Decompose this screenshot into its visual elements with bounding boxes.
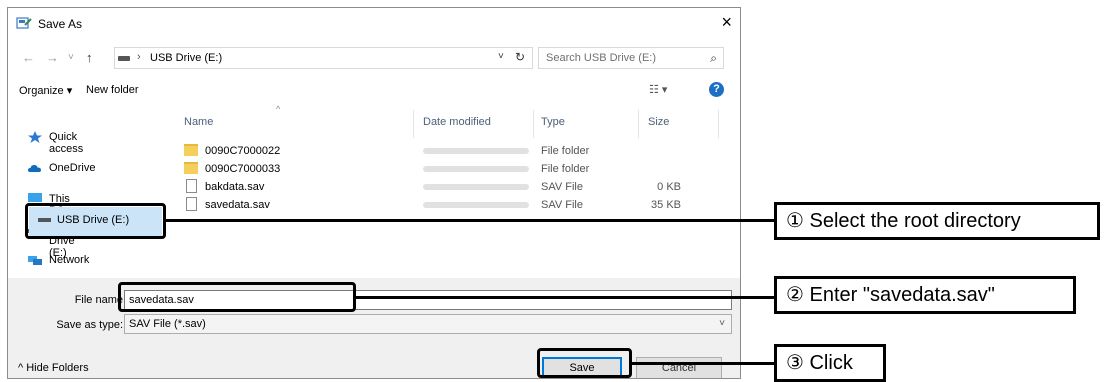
command-bar: Organize ▾ New folder ☷ ▾ ? [8, 78, 740, 102]
list-item[interactable]: 0090C7000033 File folder [173, 160, 740, 178]
search-input[interactable]: Search USB Drive (E:) ⌕ [538, 47, 724, 69]
back-icon[interactable]: ← [22, 50, 35, 65]
search-placeholder: Search USB Drive (E:) [546, 52, 657, 64]
address-field[interactable]: › USB Drive (E:) ˅ ↻ [114, 47, 533, 69]
chevron-down-icon[interactable]: ˅ [498, 51, 504, 62]
highlight-file-name [118, 282, 356, 312]
column-header-date[interactable]: Date modified [423, 116, 491, 128]
list-item[interactable]: bakdata.sav SAV File 0 KB [173, 178, 740, 196]
sort-ascending-icon: ^ [276, 104, 281, 114]
nav-item-label: Network [49, 254, 90, 266]
file-type: SAV File [541, 199, 583, 211]
new-folder-button[interactable]: New folder [86, 84, 139, 96]
help-icon[interactable]: ? [709, 82, 724, 97]
recent-locations-icon[interactable]: ˅ [68, 52, 74, 63]
callout-step-3: ③ Click [774, 344, 886, 382]
view-options-icon[interactable]: ☷ ▾ [649, 83, 667, 96]
drive-icon [118, 56, 130, 61]
close-icon[interactable]: × [721, 12, 732, 32]
file-name: 0090C7000033 [205, 163, 281, 175]
list-item[interactable]: savedata.sav SAV File 35 KB [173, 196, 740, 214]
chevron-down-icon[interactable]: ˅ [719, 318, 725, 329]
folder-icon [184, 144, 198, 156]
save-as-dialog: Save As × ← → ˅ ↑ › USB Drive (E:) ˅ ↻ S… [7, 7, 741, 379]
callout-step-1: ① Select the root directory [774, 202, 1100, 240]
redacted-date [423, 184, 529, 190]
nav-item-label: OneDrive [49, 162, 96, 174]
address-bar: ← → ˅ ↑ › USB Drive (E:) ˅ ↻ Search USB … [8, 46, 740, 72]
callout-connector [632, 362, 774, 365]
column-header-name[interactable]: Name [184, 116, 213, 128]
file-size: 35 KB [651, 199, 681, 211]
save-as-type-select[interactable]: SAV File (*.sav) ˅ [124, 314, 732, 334]
file-list: ^ Name Date modified Type Size 0090C7000… [173, 104, 740, 294]
file-icon [186, 179, 197, 193]
cloud-icon [28, 165, 41, 172]
file-icon [186, 197, 197, 211]
file-name: bakdata.sav [205, 181, 265, 193]
file-size: 0 KB [657, 181, 681, 193]
file-name: savedata.sav [205, 199, 270, 211]
file-type: SAV File [541, 181, 583, 193]
callout-connector [356, 296, 774, 299]
cancel-button[interactable]: Cancel [636, 357, 722, 378]
list-item[interactable]: 0090C7000022 File folder [173, 142, 740, 160]
search-icon[interactable]: ⌕ [710, 51, 717, 66]
redacted-date [423, 202, 529, 208]
breadcrumb-location[interactable]: USB Drive (E:) [150, 52, 222, 64]
folder-icon [184, 162, 198, 174]
star-icon [28, 131, 42, 143]
title-bar: Save As × [8, 8, 740, 38]
column-divider[interactable] [718, 110, 719, 138]
forward-icon[interactable]: → [46, 50, 59, 65]
column-divider[interactable] [413, 110, 414, 138]
nav-item-label: Quick access [49, 131, 84, 155]
up-icon[interactable]: ↑ [86, 50, 93, 65]
window-title: Save As [38, 17, 83, 31]
refresh-icon[interactable]: ↻ [515, 50, 525, 64]
file-type: File folder [541, 163, 590, 175]
organize-button[interactable]: Organize ▾ [19, 84, 72, 97]
file-type: File folder [541, 145, 590, 157]
column-divider[interactable] [533, 110, 534, 138]
navigation-pane: Quick access OneDrive This PC USB Drive … [8, 104, 166, 294]
save-as-type-value: SAV File (*.sav) [129, 318, 206, 330]
file-name: 0090C7000022 [205, 145, 281, 157]
network-icon [28, 256, 42, 265]
callout-connector [166, 219, 774, 222]
save-as-icon [16, 17, 32, 29]
callout-step-2: ② Enter "savedata.sav" [774, 276, 1076, 314]
hide-folders-button[interactable]: ^ Hide Folders [18, 362, 89, 374]
file-name-label: File name [74, 294, 123, 306]
redacted-date [423, 166, 529, 172]
redacted-date [423, 148, 529, 154]
column-header-type[interactable]: Type [541, 116, 565, 128]
column-divider[interactable] [638, 110, 639, 138]
column-header-size[interactable]: Size [648, 116, 669, 128]
breadcrumb-separator: › [137, 51, 141, 63]
save-as-type-label: Save as type: [56, 319, 123, 331]
highlight-usb-drive [25, 203, 166, 239]
highlight-save-button [537, 348, 632, 378]
